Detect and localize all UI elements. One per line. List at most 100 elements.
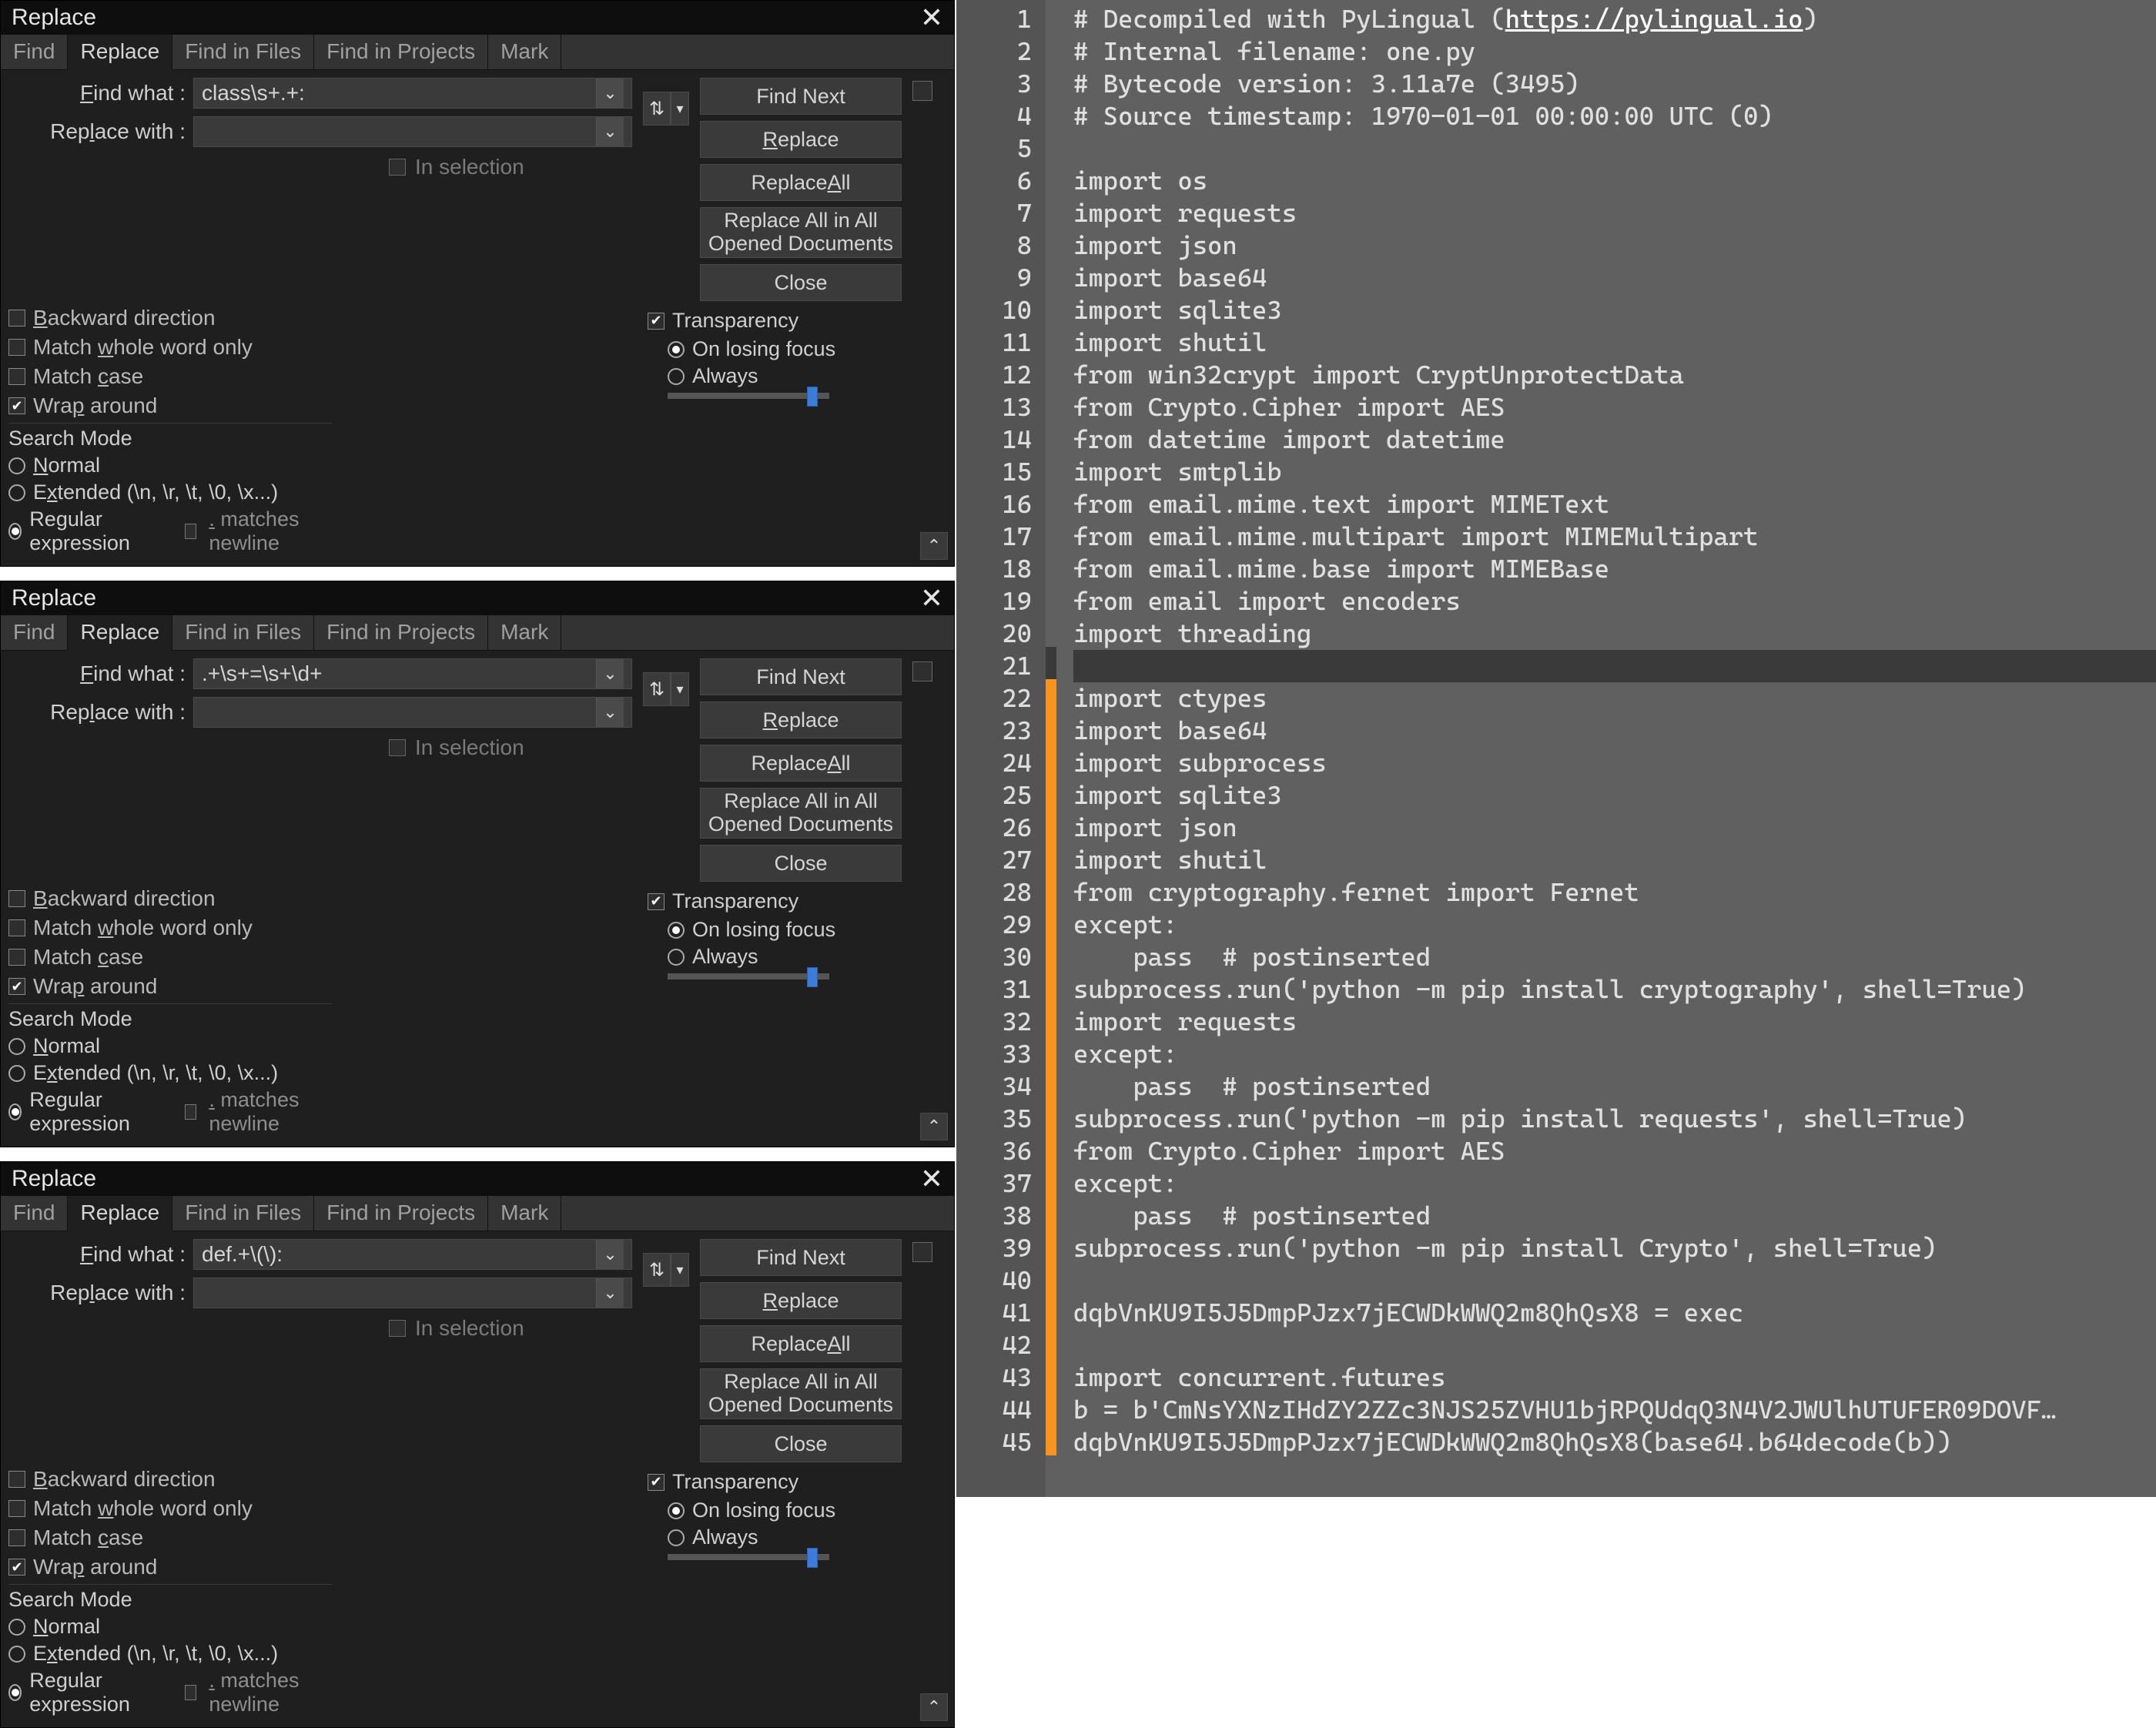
sm-normal[interactable]: Normal <box>8 454 332 477</box>
tab-mark[interactable]: Mark <box>488 35 561 69</box>
collapse-caret-icon[interactable]: ⌃ <box>920 532 948 560</box>
extra-checkbox[interactable] <box>912 661 932 681</box>
replace-all-button[interactable]: Replace All <box>700 745 902 782</box>
match-case-option[interactable]: Match case <box>8 1525 332 1550</box>
tab-find[interactable]: Find <box>1 615 68 650</box>
tab-replace[interactable]: Replace <box>68 615 172 651</box>
transp-always[interactable]: Always <box>668 1525 925 1549</box>
tab-mark[interactable]: Mark <box>488 615 561 650</box>
backward-option[interactable]: Backward direction <box>8 306 332 330</box>
replace-all-button[interactable]: Replace All <box>700 1325 902 1362</box>
in-selection-option[interactable]: In selection <box>389 735 632 760</box>
extra-checkbox[interactable] <box>912 1242 932 1262</box>
extra-checkbox[interactable] <box>912 81 932 101</box>
sm-normal[interactable]: Normal <box>8 1034 332 1058</box>
replace-input[interactable]: ⌄ <box>193 697 632 728</box>
swap-dropdown[interactable]: ▾ <box>671 1253 689 1287</box>
transp-on-losing[interactable]: On losing focus <box>668 337 925 361</box>
transp-on-losing[interactable]: On losing focus <box>668 1499 925 1522</box>
close-icon[interactable]: ✕ <box>920 584 943 612</box>
transparency-slider[interactable] <box>668 393 829 399</box>
checkbox-icon[interactable] <box>389 159 406 176</box>
checkbox-icon[interactable] <box>389 1320 406 1337</box>
replace-all-opened-button[interactable]: Replace All in All Opened Documents <box>700 788 902 839</box>
find-next-button[interactable]: Find Next <box>700 658 902 695</box>
find-next-button[interactable]: Find Next <box>700 78 902 115</box>
close-button[interactable]: Close <box>700 264 902 301</box>
find-input[interactable]: .+\s+=\s+\d+⌄ <box>193 658 632 689</box>
replace-button[interactable]: Replace <box>700 702 902 738</box>
transparency-title[interactable]: Transparency <box>648 309 925 333</box>
tab-replace[interactable]: Replace <box>68 35 172 70</box>
tab-find-in-files[interactable]: Find in Files <box>172 35 314 69</box>
chevron-down-icon[interactable]: ⌄ <box>596 1240 624 1269</box>
tab-find[interactable]: Find <box>1 1196 68 1231</box>
swap-dropdown[interactable]: ▾ <box>671 672 689 706</box>
transp-always[interactable]: Always <box>668 945 925 969</box>
transp-always[interactable]: Always <box>668 364 925 388</box>
dot-newline-checkbox[interactable] <box>185 524 196 539</box>
chevron-down-icon[interactable]: ⌄ <box>596 659 624 688</box>
wrap-option[interactable]: Wrap around <box>8 393 332 418</box>
whole-word-option[interactable]: Match whole word only <box>8 916 332 940</box>
replace-input[interactable]: ⌄ <box>193 116 632 147</box>
replace-all-button[interactable]: Replace All <box>700 164 902 201</box>
sm-normal[interactable]: Normal <box>8 1615 332 1639</box>
tab-find-in-files[interactable]: Find in Files <box>172 1196 314 1231</box>
swap-button[interactable]: ⇅ <box>643 92 671 126</box>
in-selection-option[interactable]: In selection <box>389 1316 632 1341</box>
replace-input[interactable]: ⌄ <box>193 1278 632 1308</box>
find-next-button[interactable]: Find Next <box>700 1239 902 1276</box>
find-input[interactable]: def.+\(\):⌄ <box>193 1239 632 1270</box>
replace-button[interactable]: Replace <box>700 121 902 158</box>
sm-regex[interactable]: Regular expression. matches newline <box>8 1088 332 1136</box>
tab-mark[interactable]: Mark <box>488 1196 561 1231</box>
close-button[interactable]: Close <box>700 1425 902 1462</box>
transparency-slider[interactable] <box>668 1554 829 1560</box>
match-case-option[interactable]: Match case <box>8 945 332 969</box>
dot-newline-checkbox[interactable] <box>185 1685 196 1700</box>
transp-on-losing[interactable]: On losing focus <box>668 918 925 942</box>
replace-all-opened-button[interactable]: Replace All in All Opened Documents <box>700 1368 902 1419</box>
replace-button[interactable]: Replace <box>700 1282 902 1319</box>
tab-find-in-projects[interactable]: Find in Projects <box>314 1196 488 1231</box>
chevron-down-icon[interactable]: ⌄ <box>596 698 624 727</box>
backward-option[interactable]: Backward direction <box>8 886 332 911</box>
tab-find-in-projects[interactable]: Find in Projects <box>314 615 488 650</box>
transparency-slider[interactable] <box>668 973 829 980</box>
swap-dropdown[interactable]: ▾ <box>671 92 689 126</box>
tab-find-in-projects[interactable]: Find in Projects <box>314 35 488 69</box>
replace-all-opened-button[interactable]: Replace All in All Opened Documents <box>700 207 902 258</box>
transparency-title[interactable]: Transparency <box>648 1470 925 1494</box>
chevron-down-icon[interactable]: ⌄ <box>596 117 624 146</box>
sm-extended[interactable]: Extended (\n, \r, \t, \0, \x...) <box>8 1061 332 1085</box>
sm-regex[interactable]: Regular expression. matches newline <box>8 1669 332 1716</box>
backward-option[interactable]: Backward direction <box>8 1467 332 1492</box>
close-icon[interactable]: ✕ <box>920 4 943 32</box>
chevron-down-icon[interactable]: ⌄ <box>596 1278 624 1308</box>
wrap-option[interactable]: Wrap around <box>8 1555 332 1579</box>
tab-replace[interactable]: Replace <box>68 1196 172 1231</box>
collapse-caret-icon[interactable]: ⌃ <box>920 1693 948 1721</box>
collapse-caret-icon[interactable]: ⌃ <box>920 1113 948 1140</box>
whole-word-option[interactable]: Match whole word only <box>8 1496 332 1521</box>
close-icon[interactable]: ✕ <box>920 1165 943 1193</box>
dot-newline-checkbox[interactable] <box>185 1104 196 1120</box>
in-selection-option[interactable]: In selection <box>389 155 632 179</box>
chevron-down-icon[interactable]: ⌄ <box>596 79 624 108</box>
swap-button[interactable]: ⇅ <box>643 672 671 706</box>
sm-extended[interactable]: Extended (\n, \r, \t, \0, \x...) <box>8 481 332 504</box>
sm-regex[interactable]: Regular expression. matches newline <box>8 507 332 555</box>
whole-word-option[interactable]: Match whole word only <box>8 335 332 360</box>
wrap-option[interactable]: Wrap around <box>8 974 332 999</box>
checkbox-icon[interactable] <box>389 739 406 756</box>
match-case-option[interactable]: Match case <box>8 364 332 389</box>
close-button[interactable]: Close <box>700 845 902 882</box>
find-input[interactable]: class\s+.+:⌄ <box>193 78 632 109</box>
transparency-title[interactable]: Transparency <box>648 889 925 913</box>
replace-label: Replace with : <box>8 700 186 725</box>
tab-find-in-files[interactable]: Find in Files <box>172 615 314 650</box>
swap-button[interactable]: ⇅ <box>643 1253 671 1287</box>
tab-find[interactable]: Find <box>1 35 68 69</box>
sm-extended[interactable]: Extended (\n, \r, \t, \0, \x...) <box>8 1642 332 1666</box>
